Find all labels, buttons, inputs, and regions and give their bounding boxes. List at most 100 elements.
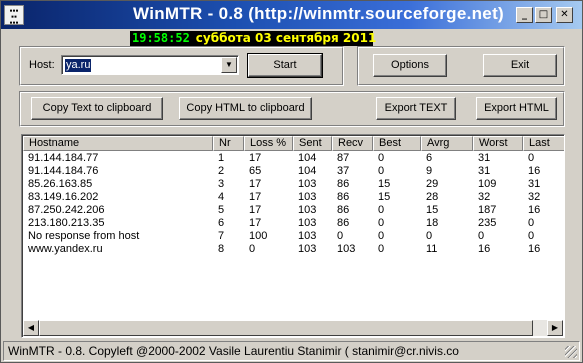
window-title: WinMTR - 0.8 (http://winmtr.sourceforge.… (133, 4, 504, 23)
column-header[interactable]: Nr (213, 136, 244, 151)
table-cell: 15 (378, 178, 391, 190)
results-table[interactable]: Hostname Nr Loss % Sent Recv Best Avrg Worst Las… (21, 134, 565, 338)
table-cell: 17 (249, 191, 262, 203)
column-header[interactable]: Loss % (244, 136, 293, 151)
table-cell: 17 (249, 204, 262, 216)
title-bar[interactable]: ▪▪▪ ▪▪ ▪▪▪ WinMTR - 0.8 (http://winmtr.sou… (1, 1, 582, 29)
table-cell: 0 (249, 243, 256, 255)
export-text-button[interactable]: Export TEXT (376, 97, 456, 120)
table-cell: 0 (337, 230, 344, 242)
table-cell: 103 (337, 243, 356, 255)
resize-grip-icon[interactable] (565, 346, 577, 358)
table-row[interactable]: www.yandex.ru 8 0 103 103 0 11 16 16 (23, 243, 564, 256)
table-cell: 0 (528, 217, 535, 229)
table-cell: 0 (426, 230, 433, 242)
host-label: Host: (29, 59, 55, 71)
table-cell: No response from host (28, 230, 140, 242)
copy-html-button[interactable]: Copy HTML to clipboard (179, 97, 312, 120)
table-row[interactable]: No response from host 7 100 103 0 0 0 0 0 (23, 230, 564, 243)
table-row[interactable]: 91.144.184.77 1 17 104 87 0 6 31 0 (23, 152, 564, 165)
table-cell: 235 (478, 217, 497, 229)
host-value[interactable]: ya.ru (65, 59, 92, 72)
table-cell: 109 (478, 178, 497, 190)
scrollbar-thumb[interactable] (39, 320, 533, 336)
table-cell: 6 (218, 217, 225, 229)
table-cell: 3 (218, 178, 225, 190)
scroll-left-icon[interactable]: ◀ (23, 320, 39, 336)
table-cell: 31 (478, 152, 491, 164)
table-cell: 16 (478, 243, 491, 255)
table-cell: 7 (218, 230, 225, 242)
app-icon[interactable]: ▪▪▪ ▪▪ ▪▪▪ (4, 5, 24, 26)
winmtr-window: ▪▪▪ ▪▪ ▪▪▪ WinMTR - 0.8 (http://winmtr.sou… (0, 0, 583, 363)
table-cell: 15 (378, 191, 391, 203)
column-header[interactable]: Sent (293, 136, 332, 151)
table-cell: 104 (298, 165, 317, 177)
table-cell: 103 (298, 178, 317, 190)
table-cell: 6 (426, 152, 433, 164)
table-cell: 11 (426, 243, 438, 255)
options-button[interactable]: Options (373, 54, 447, 77)
status-text: WinMTR - 0.8. Copyleft @2000-2002 Vasile… (8, 344, 459, 358)
table-cell: 104 (298, 152, 317, 164)
table-cell: 83.149.16.202 (28, 191, 99, 203)
column-header[interactable]: Avrg (421, 136, 473, 151)
maximize-button[interactable]: □ (535, 7, 552, 23)
table-cell: 8 (218, 243, 225, 255)
table-cell: 91.144.184.77 (28, 152, 99, 164)
table-cell: 0 (378, 165, 385, 177)
column-header[interactable]: Recv (332, 136, 373, 151)
table-cell: 100 (249, 230, 268, 242)
column-header[interactable]: Hostname (23, 136, 213, 151)
table-cell: 15 (426, 204, 439, 216)
scroll-right-icon[interactable]: ▶ (547, 320, 563, 336)
table-row[interactable]: 213.180.213.35 6 17 103 86 0 18 235 0 (23, 217, 564, 230)
table-cell: 103 (298, 204, 317, 216)
table-cell: 103 (298, 217, 317, 229)
close-button[interactable]: ✕ (556, 7, 573, 23)
table-cell: 91.144.184.76 (28, 165, 99, 177)
table-cell: 1 (218, 152, 225, 164)
table-cell: 0 (378, 230, 385, 242)
table-cell: 0 (378, 204, 385, 216)
exit-button[interactable]: Exit (483, 54, 557, 77)
table-cell: 0 (378, 217, 385, 229)
table-cell: 29 (426, 178, 439, 190)
horizontal-scrollbar[interactable]: ◀ ▶ (23, 320, 563, 336)
minimize-button[interactable]: _ (516, 7, 533, 23)
table-cell: 103 (298, 230, 317, 242)
table-cell: 187 (478, 204, 497, 216)
table-cell: 4 (218, 191, 225, 203)
table-cell: 86 (337, 178, 350, 190)
export-html-button[interactable]: Export HTML (476, 97, 557, 120)
table-cell: 5 (218, 204, 225, 216)
table-cell: 17 (249, 178, 262, 190)
table-row[interactable]: 91.144.184.76 2 65 104 37 0 9 31 16 (23, 165, 564, 178)
table-cell: 86 (337, 217, 350, 229)
column-header[interactable]: Worst (473, 136, 523, 151)
host-combobox[interactable]: ya.ru ▼ (61, 55, 239, 75)
table-cell: 31 (478, 165, 491, 177)
table-row[interactable]: 85.26.163.85 3 17 103 86 15 29 109 31 (23, 178, 564, 191)
table-cell: 86 (337, 191, 350, 203)
chevron-down-icon[interactable]: ▼ (221, 57, 237, 73)
copy-text-button[interactable]: Copy Text to clipboard (31, 97, 163, 120)
table-cell: 103 (298, 243, 317, 255)
status-bar: WinMTR - 0.8. Copyleft @2000-2002 Vasile… (3, 341, 580, 361)
table-cell: 65 (249, 165, 262, 177)
column-header[interactable]: Best (373, 136, 421, 151)
table-row[interactable]: 87.250.242.206 5 17 103 86 0 15 187 16 (23, 204, 564, 217)
column-header[interactable]: Last (523, 136, 564, 151)
clock-time: 19:58:52 (132, 31, 190, 45)
table-cell: 28 (426, 191, 439, 203)
table-cell: 32 (478, 191, 491, 203)
table-cell: 18 (426, 217, 439, 229)
table-cell: 103 (298, 191, 317, 203)
table-cell: 87 (337, 152, 350, 164)
table-cell: 31 (528, 178, 541, 190)
start-button[interactable]: Start (247, 53, 323, 78)
table-row[interactable]: 83.149.16.202 4 17 103 86 15 28 32 32 (23, 191, 564, 204)
table-cell: 17 (249, 152, 262, 164)
table-cell: 0 (528, 152, 535, 164)
table-cell: 87.250.242.206 (28, 204, 105, 216)
